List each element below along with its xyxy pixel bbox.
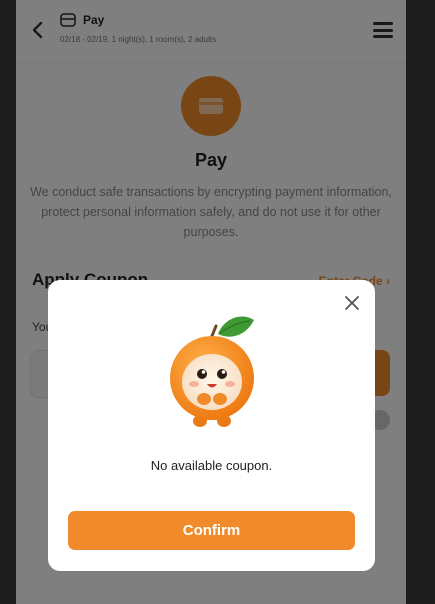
orange-mascot-icon xyxy=(170,316,254,427)
confirm-button[interactable]: Confirm xyxy=(68,511,355,550)
close-icon[interactable] xyxy=(343,294,361,312)
dialog-message: No available coupon. xyxy=(150,458,273,473)
no-coupon-dialog: No available coupon. Confirm xyxy=(48,280,375,571)
